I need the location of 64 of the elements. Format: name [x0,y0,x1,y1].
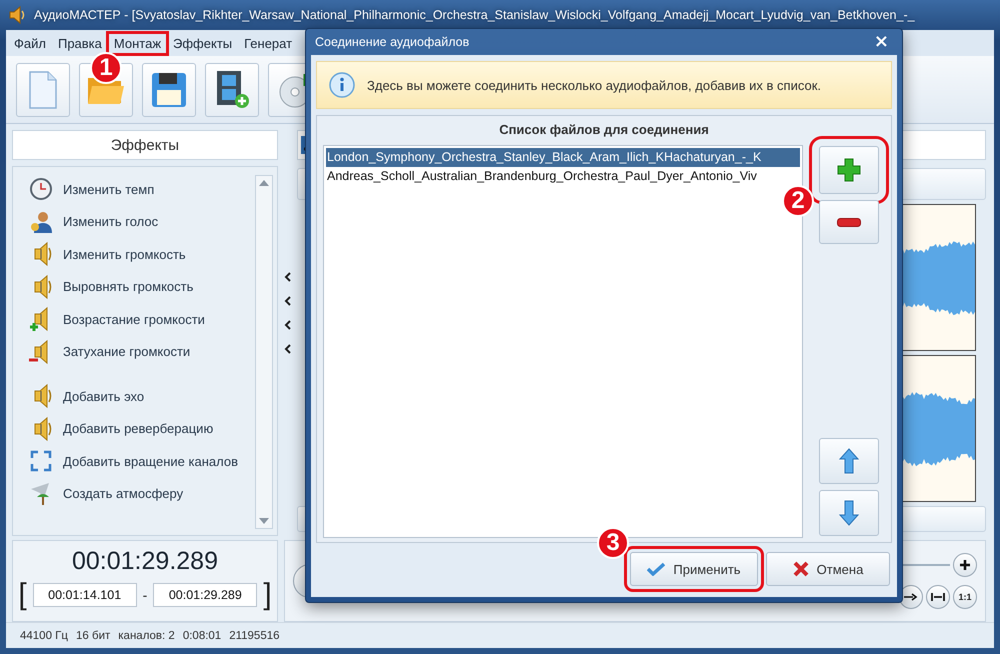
rotate-arrows-icon [29,449,53,474]
arrow-down-icon [839,500,859,526]
effect-item[interactable]: Изменить темп [29,173,255,206]
effect-item[interactable]: Добавить вращение каналов [29,445,255,478]
effect-item[interactable]: Изменить голос [29,206,255,238]
plus-icon [959,559,971,571]
dialog-title: Соединение аудиофайлов [315,35,470,49]
menu-item[interactable]: Файл [8,32,52,54]
status-text: 21195516 [229,630,280,642]
effect-item[interactable]: Возрастание громкости [29,303,255,336]
menu-item[interactable]: Монтаж [108,32,168,54]
chevron-left-icon[interactable] [284,272,291,282]
chevron-left-icon[interactable] [284,296,291,306]
toolbar-button[interactable] [142,62,196,116]
toolbar-button[interactable] [205,62,259,116]
status-text: 44100 Гц [20,630,68,642]
actual-size-button[interactable]: 1:1 [953,585,977,609]
effect-item[interactable]: Затухание громкости [29,336,255,368]
file-list-item[interactable]: London_Symphony_Orchestra_Stanley_Black_Aram_Ilich_KHachaturyan_-_K [326,148,800,167]
scroll-down-icon [259,518,269,524]
arrow-up-icon [839,448,859,474]
window-title: АудиоМАСТЕР - [Svyatoslav_Rikhter_Warsaw_National_Philharmonic_Orchestra_Stanislaw_Wislocki_Volfgang_Amadejj_Mocart_Lyudvig_van_Betkhoven_-_ [34,8,915,22]
close-button[interactable]: × [870,33,893,51]
menu-item[interactable]: Правка [52,32,108,54]
plus-icon [837,158,861,182]
document-icon [28,70,58,108]
effect-item[interactable]: Создать атмосферу [29,478,255,510]
status-text: каналов: 2 [118,630,175,642]
zoom-button[interactable] [926,585,950,609]
info-text: Здесь вы можете соединить несколько аудиофайлов, добавив их в список. [367,78,822,92]
chevron-left-icon[interactable] [284,344,291,354]
effect-item[interactable]: Выровнять громкость [29,270,255,303]
scroll-up-icon [259,180,269,186]
effect-item[interactable]: Добавить реверберацию [29,412,255,445]
cancel-button[interactable]: Отмена [766,552,890,586]
zoom-in-button[interactable] [953,553,977,577]
current-time: 00:01:29.289 [72,547,218,576]
bracket: [ [18,580,27,610]
person-icon [29,210,53,234]
panel-header: Эффекты [12,130,278,160]
chevron-left-icon[interactable] [284,320,291,330]
start-time-field[interactable]: 00:01:14.101 [32,583,137,607]
cross-icon [792,561,809,577]
status-text: 0:08:01 [182,630,222,642]
bracket: ] [263,580,272,610]
checkmark-icon [647,562,666,576]
film-add-icon [214,70,250,110]
minus-icon [837,218,861,226]
dash: - [142,587,148,603]
menu-item[interactable]: Генерат [238,32,298,54]
move-up-button[interactable] [819,438,879,484]
status-text: 16 бит [76,630,110,642]
effect-item[interactable]: Добавить эхо [29,380,255,412]
arrow-right-icon [904,593,918,601]
fit-arrows-icon [931,592,945,602]
remove-button[interactable] [819,200,879,244]
end-time-field[interactable]: 00:01:29.289 [153,583,258,607]
info-icon [329,72,355,98]
effect-item[interactable]: Изменить громкость [29,238,255,270]
group-title: Список файлов для соединения [499,121,709,139]
file-list-item[interactable]: Andreas_Scholl_Australian_Brandenburg_Orchestra_Paul_Dyer_Antonio_Viv [326,167,800,186]
clock-icon [29,177,53,202]
move-down-button[interactable] [819,490,879,536]
menu-item[interactable]: Эффекты [167,32,238,54]
